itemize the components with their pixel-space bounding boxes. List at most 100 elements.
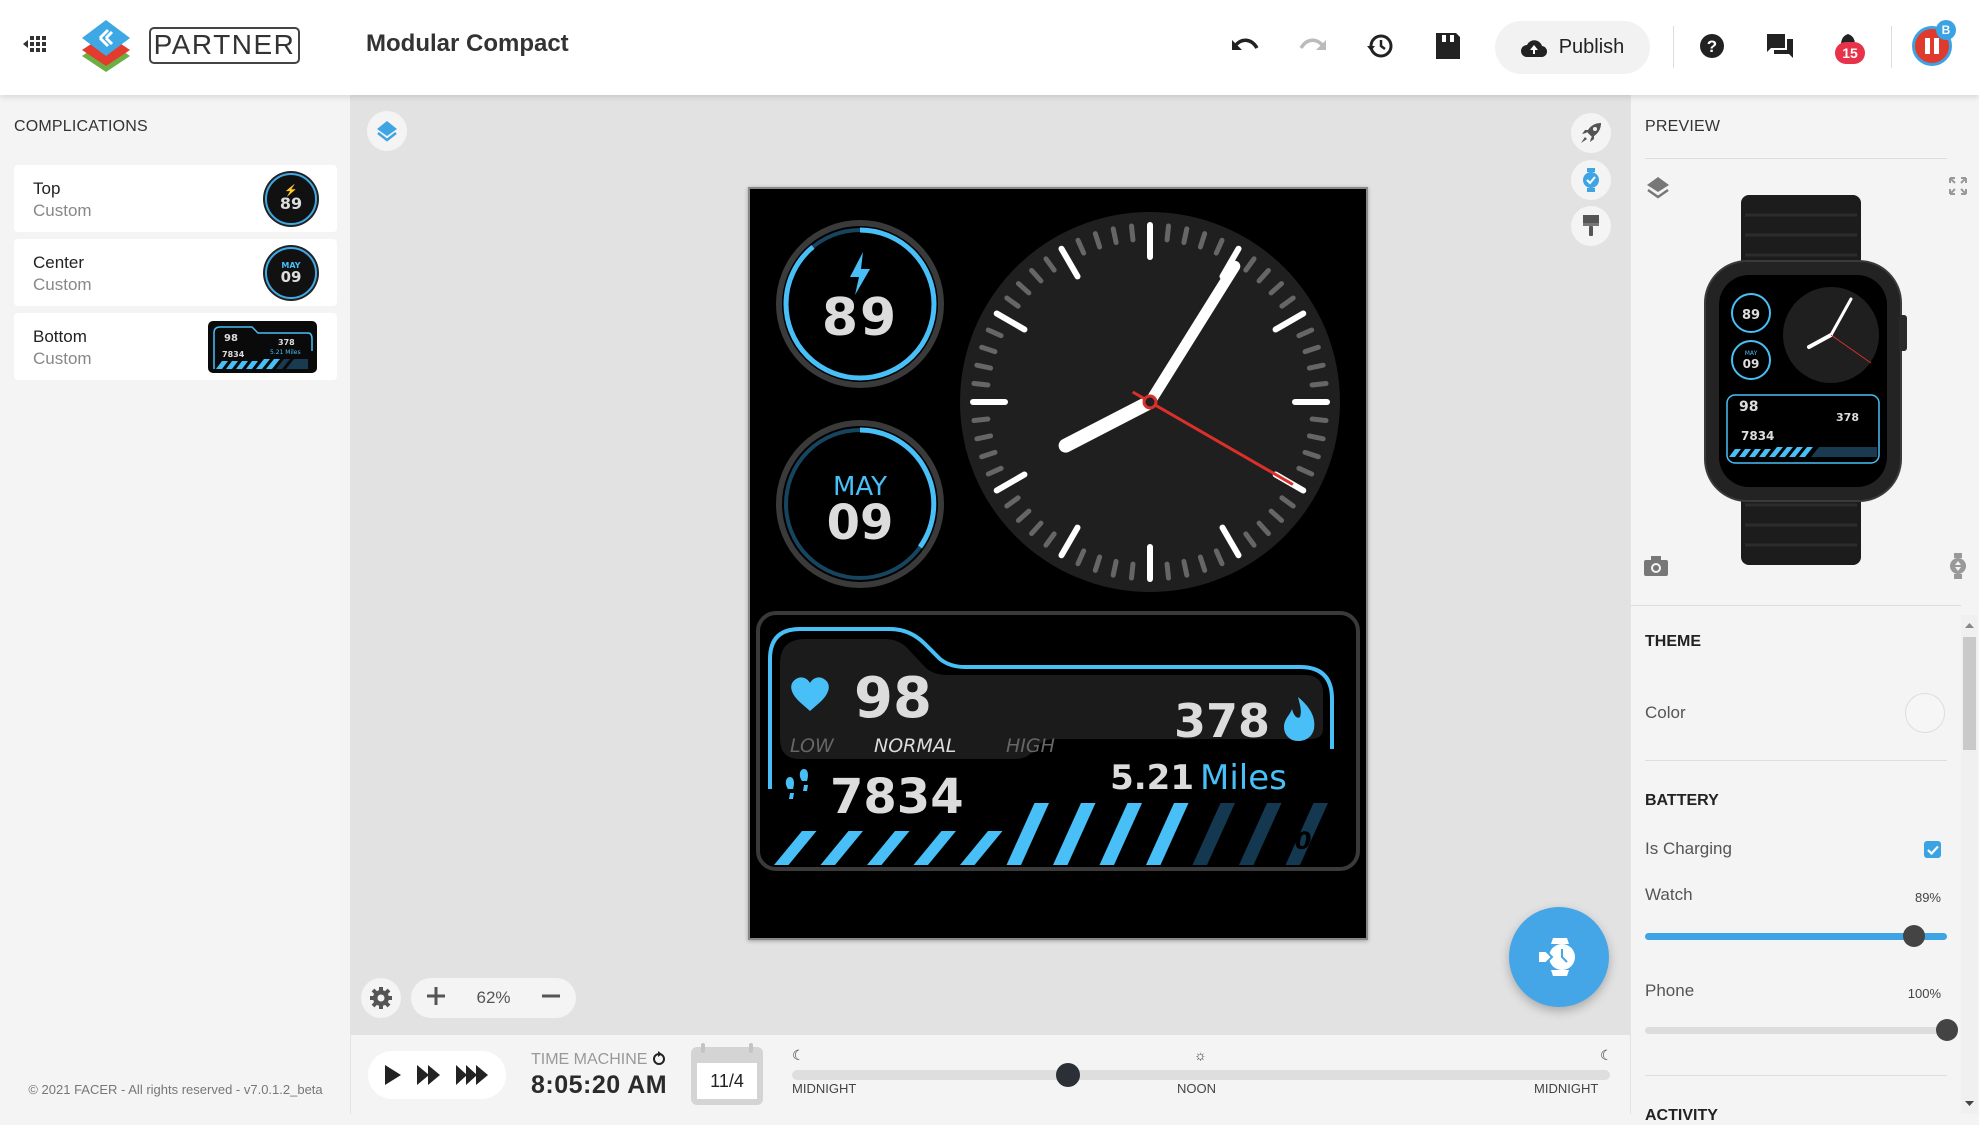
timeline-label-noon: NOON (1177, 1081, 1216, 1096)
steps-value: 7834 (830, 769, 964, 825)
layers-icon[interactable] (1645, 175, 1671, 201)
document-title: Modular Compact (366, 30, 569, 57)
zoom-in-button[interactable] (425, 985, 447, 1012)
divider (1631, 605, 1961, 606)
settings-scrollbar[interactable] (1961, 615, 1978, 1114)
is-charging-checkbox[interactable] (1924, 841, 1941, 858)
heart-zone-high: HIGH (1006, 735, 1055, 757)
minute-marker (974, 362, 994, 371)
fullscreen-icon[interactable] (1949, 177, 1967, 195)
minute-marker (971, 416, 991, 424)
phone-battery-percent: 100% (1907, 986, 1941, 1001)
clock-center-pin (1142, 394, 1158, 410)
complication-name: Bottom (33, 327, 87, 346)
scroll-up-icon[interactable] (1961, 619, 1978, 631)
help-button[interactable]: ? (1692, 26, 1732, 66)
playback-controls (368, 1051, 506, 1099)
slider-handle[interactable] (1936, 1019, 1958, 1041)
editor-canvas: 89 MAY 09 98 LOW NORMAL HIGH 378 5.21 Mi… (351, 95, 1630, 1035)
paint-brush-icon (1583, 215, 1599, 236)
copyright-footer: © 2021 FACER - All rights reserved - v7.… (28, 1082, 323, 1097)
date-complication[interactable]: MAY 09 (776, 420, 944, 588)
activity-section-title: ACTIVITY (1645, 1107, 1718, 1124)
layers-icon (377, 121, 397, 142)
chat-icon (1767, 34, 1793, 58)
complication-type: Custom (33, 201, 92, 220)
play-icon[interactable] (383, 1064, 403, 1086)
date-picker-button[interactable]: 11/4 (691, 1043, 763, 1105)
complication-type: Custom (33, 349, 92, 368)
redo-icon (1299, 38, 1326, 50)
scrollbar-thumb[interactable] (1963, 637, 1976, 750)
publish-label: Publish (1558, 36, 1625, 58)
minute-marker (1164, 561, 1172, 581)
theme-color-picker[interactable] (1905, 693, 1945, 733)
time-machine-label: TIME MACHINE (531, 1051, 666, 1069)
reset-time-icon[interactable] (652, 1051, 666, 1065)
undo-button[interactable] (1225, 26, 1265, 66)
preview-title: PREVIEW (1645, 118, 1721, 135)
zoom-out-button[interactable] (540, 985, 562, 1012)
battery-value: 89 (822, 288, 898, 348)
save-icon (1436, 33, 1460, 59)
publish-button[interactable]: Publish (1495, 21, 1650, 74)
minute-marker (1306, 362, 1326, 371)
current-date: 11/4 (697, 1063, 757, 1099)
divider (1645, 158, 1947, 159)
complication-item-top[interactable]: Top Custom ⚡ 89 (14, 165, 337, 232)
watch-rotate-icon[interactable] (1949, 553, 1967, 579)
partner-badge: PARTNER (149, 27, 300, 64)
calendar-icon (701, 1043, 753, 1053)
activity-complication[interactable]: 98 LOW NORMAL HIGH 378 5.21 Miles 7834 1… (756, 611, 1360, 871)
history-button[interactable] (1360, 26, 1400, 66)
distance-unit: Miles (1200, 758, 1287, 798)
avatar-logo-icon (1925, 38, 1939, 54)
color-label: Color (1645, 703, 1686, 722)
fast-forward-icon[interactable] (416, 1064, 442, 1086)
chat-button[interactable] (1760, 26, 1800, 66)
complication-item-center[interactable]: Center Custom MAY 09 (14, 239, 337, 306)
theme-brush-button[interactable] (1571, 206, 1611, 246)
save-button[interactable] (1428, 26, 1468, 66)
minute-marker (1110, 226, 1119, 246)
minute-marker (1306, 433, 1326, 442)
phone-battery-slider[interactable] (1645, 1019, 1958, 1041)
watch-sync-fab[interactable] (1509, 907, 1609, 1007)
slider-handle[interactable] (1902, 925, 1925, 947)
time-of-day-slider[interactable] (792, 1063, 1610, 1087)
launch-button[interactable] (1571, 113, 1611, 153)
apps-grid-icon[interactable] (22, 34, 48, 54)
date-day: 09 (827, 495, 894, 551)
watch-battery-slider[interactable] (1645, 925, 1947, 947)
fastest-forward-icon[interactable] (455, 1064, 491, 1086)
time-machine-bar: TIME MACHINE 8:05:20 AM 11/4 ☾ ☼ ☾ MIDNI… (351, 1035, 1630, 1114)
watch-check-button[interactable] (1571, 160, 1611, 200)
preview-steps: 7834 (1741, 429, 1774, 443)
layers-button[interactable] (367, 111, 407, 151)
minute-marker (1128, 223, 1136, 243)
gear-icon (370, 987, 392, 1009)
redo-button[interactable] (1293, 26, 1333, 66)
complication-item-bottom[interactable]: Bottom Custom 98 378 7834 5.21 Miles (14, 313, 337, 380)
header-divider (1891, 26, 1892, 68)
current-time: 8:05:20 AM (531, 1071, 668, 1099)
complications-title: COMPLICATIONS (14, 118, 148, 135)
minute-marker (1110, 558, 1119, 578)
sun-icon: ☼ (1194, 1047, 1207, 1063)
analog-clock (960, 212, 1340, 592)
preview-heart-rate: 98 (1739, 399, 1758, 415)
canvas-settings-button[interactable] (361, 978, 401, 1018)
top-header: PARTNER Modular Compact Publish ? 15 B (0, 0, 1979, 95)
battery-complication[interactable]: 89 (776, 220, 944, 388)
scroll-down-icon[interactable] (1961, 1098, 1978, 1110)
svg-text:7834: 7834 (222, 350, 245, 359)
theme-section-title: THEME (1645, 633, 1701, 650)
notification-count-badge: 15 (1835, 42, 1865, 64)
time-slider-handle[interactable] (1055, 1063, 1080, 1087)
heart-rate-value: 98 (854, 666, 932, 731)
steps-goal: 10K (1278, 827, 1332, 855)
watch-face: 89 MAY 09 98 LOW NORMAL HIGH 378 5.21 Mi… (756, 212, 1360, 871)
watch-face-canvas[interactable]: 89 MAY 09 98 LOW NORMAL HIGH 378 5.21 Mi… (748, 187, 1368, 940)
facer-logo[interactable] (78, 18, 134, 76)
camera-icon[interactable] (1643, 555, 1669, 577)
